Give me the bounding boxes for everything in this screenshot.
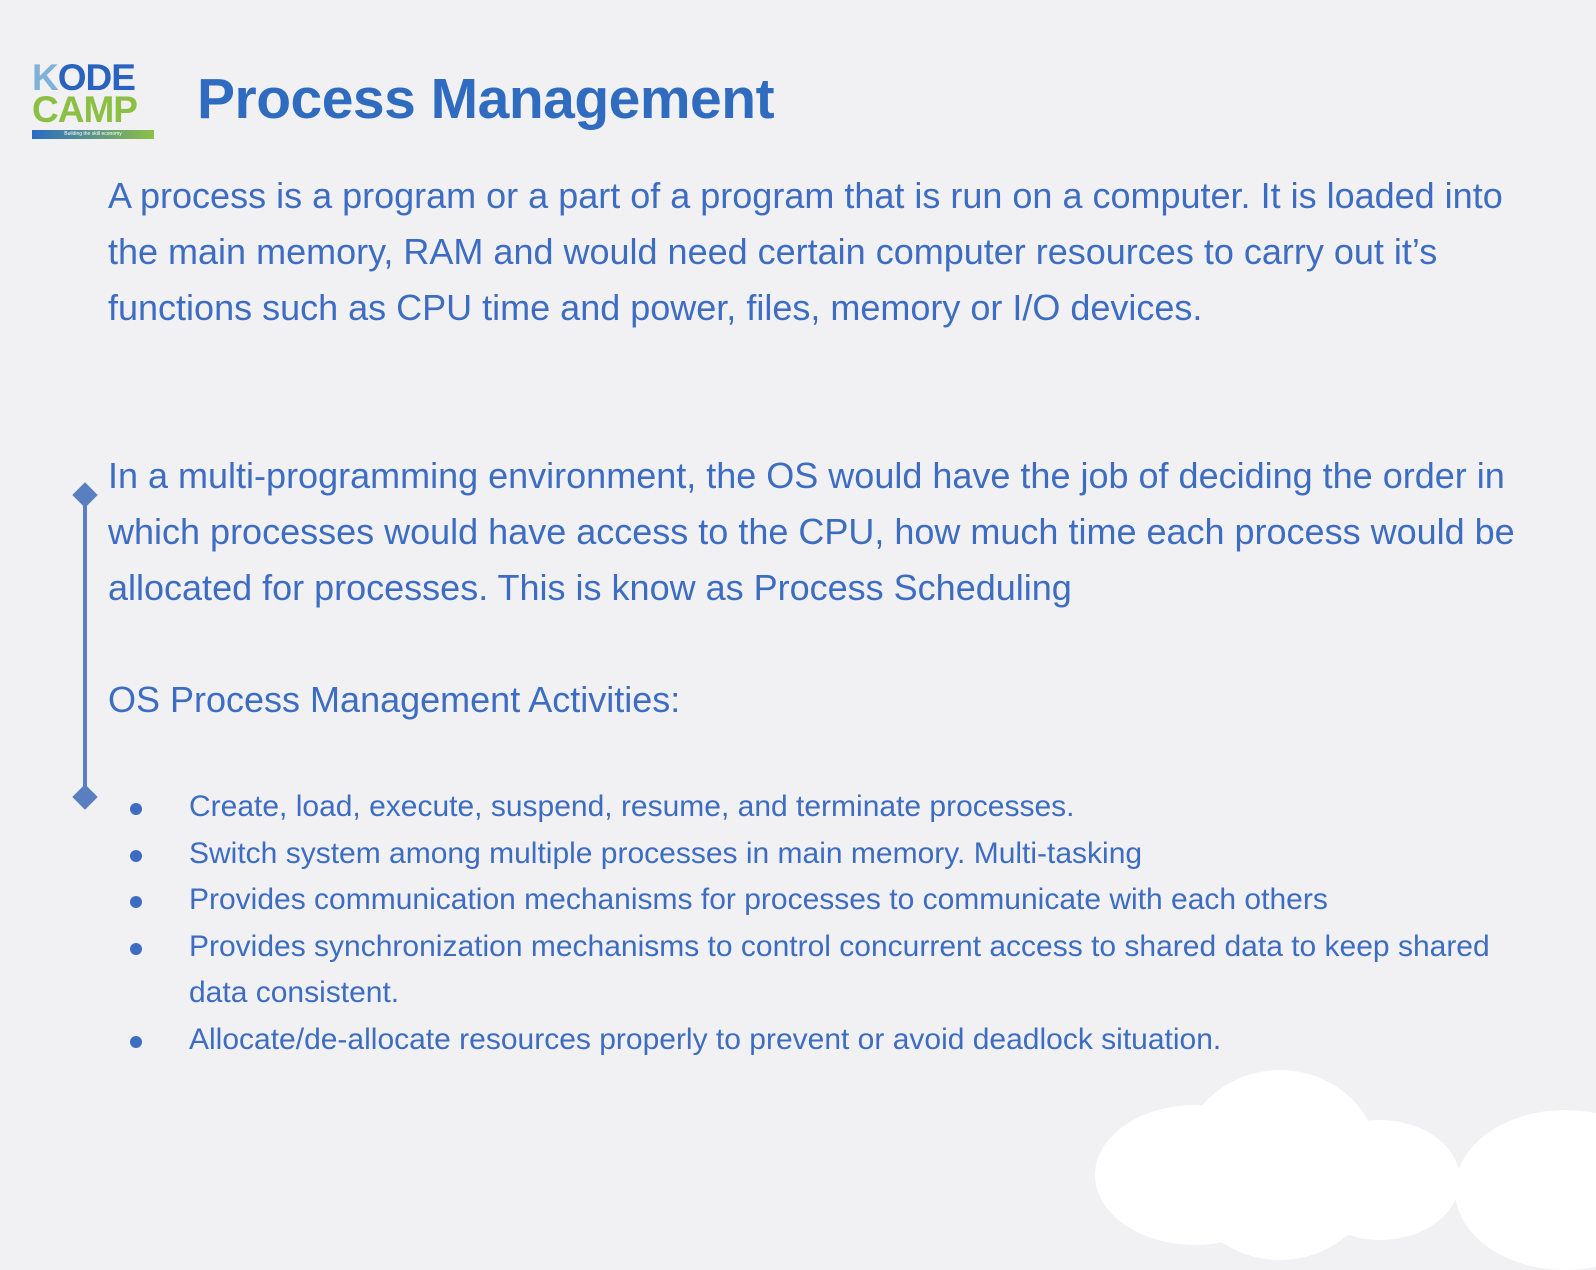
bullet-icon — [130, 1035, 142, 1048]
list-item-text: Create, load, execute, suspend, resume, … — [189, 790, 1075, 823]
activities-list: Create, load, execute, suspend, resume, … — [130, 784, 1550, 1063]
list-item: Create, load, execute, suspend, resume, … — [130, 784, 1550, 831]
list-item-text: Switch system among multiple processes i… — [189, 836, 1143, 870]
list-item: Provides communication mechanisms for pr… — [130, 877, 1550, 924]
diamond-icon — [72, 784, 98, 810]
scheduling-paragraph: In a multi-programming environment, the … — [108, 455, 1515, 608]
decorative-line — [83, 494, 87, 798]
diamond-icon — [72, 482, 98, 508]
logo-tagline: Building the skill economy — [32, 130, 154, 139]
activities-heading: OS Process Management Activities: — [108, 679, 681, 720]
intro-paragraph: A process is a program or a part of a pr… — [108, 175, 1503, 328]
list-item-text: Provides synchronization mechanisms to c… — [189, 929, 1490, 1010]
slide-title: Process Management — [197, 67, 775, 131]
kodecamp-logo: KODE CAMP Building the skill economy — [32, 59, 158, 139]
list-item-text: Provides communication mechanisms for pr… — [189, 883, 1328, 916]
list-item: Allocate/de-allocate resources properly … — [130, 1017, 1550, 1064]
list-item: Provides synchronization mechanisms to c… — [130, 924, 1550, 1017]
bullet-icon — [130, 896, 142, 908]
bullet-icon — [130, 942, 142, 955]
bullet-icon — [130, 803, 142, 815]
bullet-icon — [130, 849, 142, 862]
list-item-text: Allocate/de-allocate resources properly … — [189, 1022, 1222, 1056]
logo-text-camp: CAMP — [32, 89, 138, 130]
list-item: Switch system among multiple processes i… — [130, 831, 1550, 878]
